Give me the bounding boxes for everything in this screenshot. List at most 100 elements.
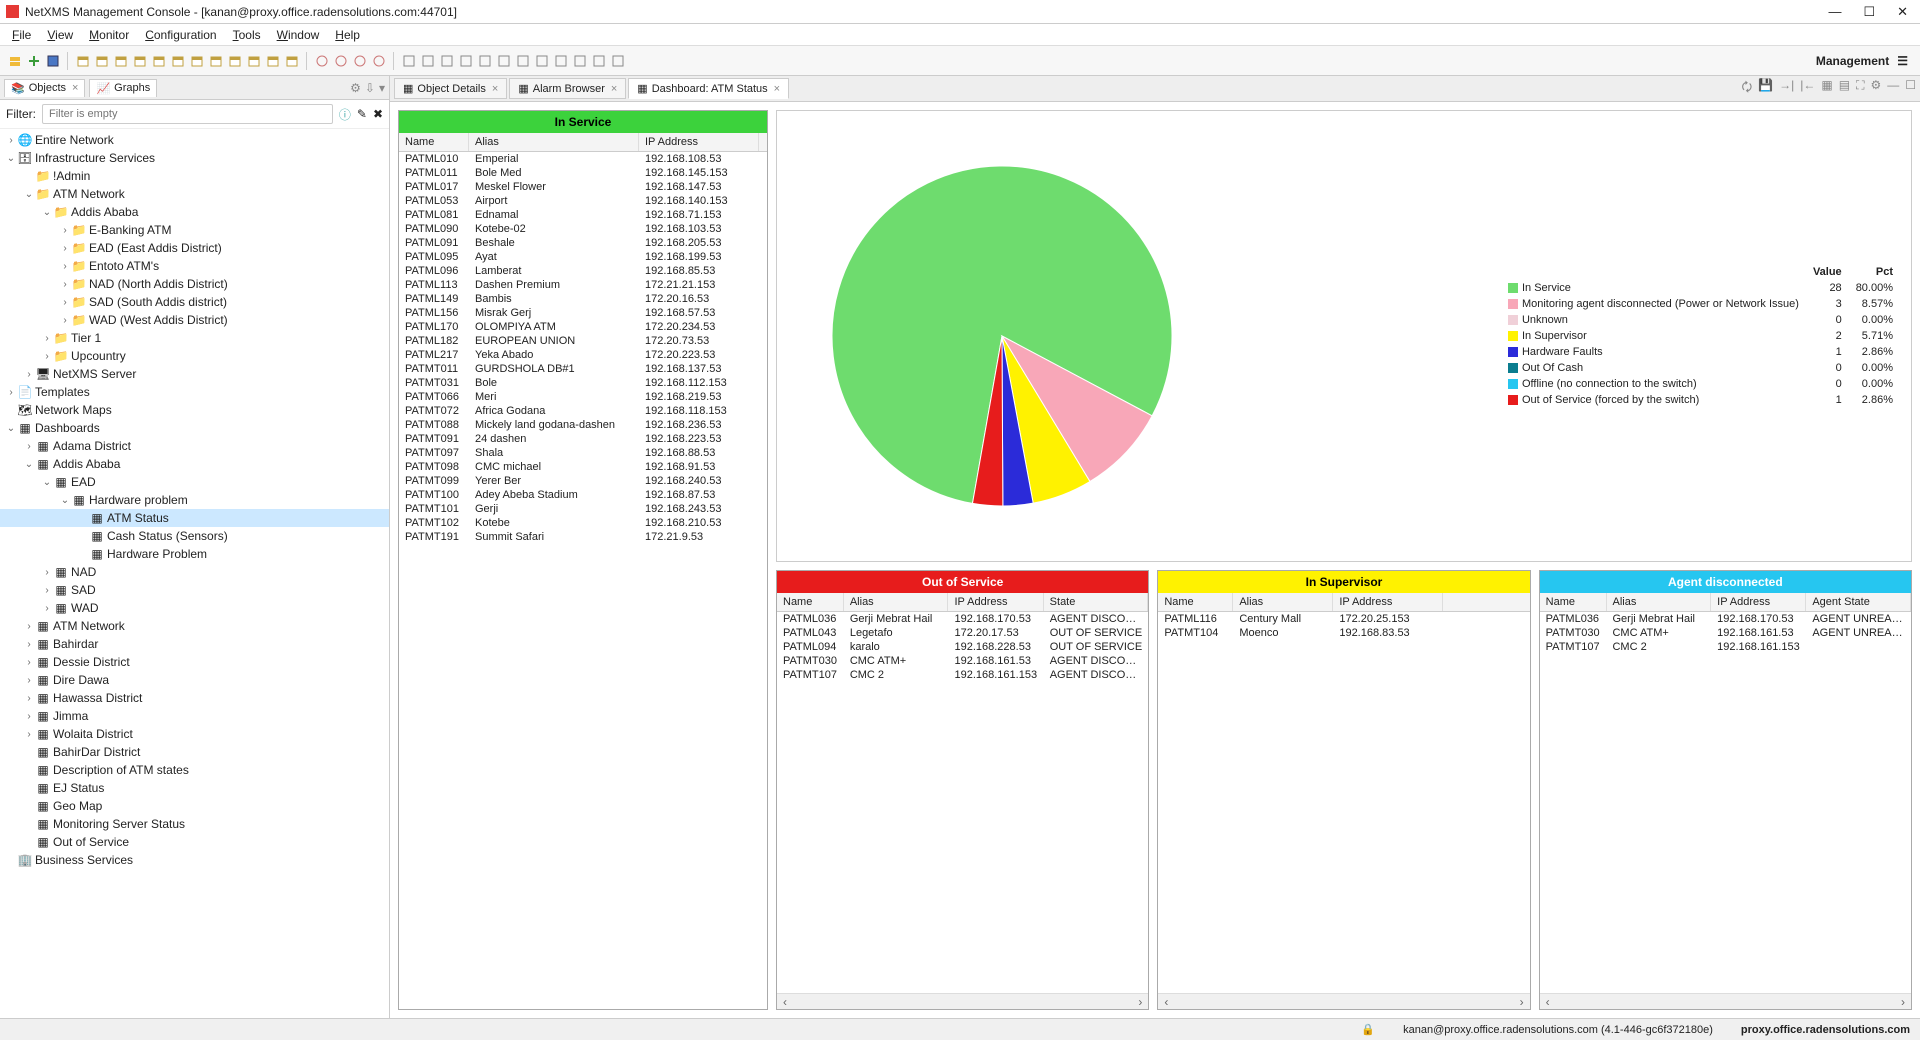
clear-icon[interactable]: ✖ [373, 107, 383, 121]
col-header[interactable]: IP Address [1711, 593, 1806, 611]
tree-node[interactable]: ▦Monitoring Server Status [0, 815, 389, 833]
tool-generic-3[interactable] [131, 52, 148, 69]
tool-net-3[interactable] [370, 52, 387, 69]
table-row[interactable]: PATMT100Adey Abeba Stadium192.168.87.53 [399, 488, 767, 502]
table-row[interactable]: PATMT102Kotebe192.168.210.53 [399, 516, 767, 530]
table-row[interactable]: PATML090Kotebe-02192.168.103.53 [399, 222, 767, 236]
tool-save[interactable] [44, 52, 61, 69]
tool-server[interactable] [6, 52, 23, 69]
table-in-service[interactable]: NameAliasIP AddressPATML010Emperial192.1… [399, 133, 767, 1009]
table-row[interactable]: PATMT031Bole192.168.112.153 [399, 376, 767, 390]
col-header[interactable]: Name [777, 593, 844, 611]
tool-misc-10[interactable] [590, 52, 607, 69]
tree-node[interactable]: ⌄▦Dashboards [0, 419, 389, 437]
tree-node[interactable]: ▦ATM Status [0, 509, 389, 527]
menu-help[interactable]: Help [329, 26, 366, 44]
link-object-icon[interactable]: ⚙ [350, 81, 361, 95]
table-row[interactable]: PATML094karalo192.168.228.53OUT OF SERVI… [777, 640, 1148, 654]
max-icon[interactable]: ☐ [1905, 78, 1916, 99]
ctab-dashboard-atm-status[interactable]: ▦Dashboard: ATM Status× [628, 78, 789, 99]
tree-node[interactable]: 🏢Business Services [0, 851, 389, 869]
tool-generic-4[interactable] [150, 52, 167, 69]
tree-node[interactable]: ›📁SAD (South Addis district) [0, 293, 389, 311]
expand-toggle[interactable]: › [58, 261, 72, 272]
expand-toggle[interactable]: › [22, 639, 36, 650]
table-row[interactable]: PATML091Beshale192.168.205.53 [399, 236, 767, 250]
tool-misc-8[interactable] [552, 52, 569, 69]
expand-toggle[interactable]: › [22, 621, 36, 632]
minimize-button[interactable]: — [1828, 4, 1841, 20]
table-row[interactable]: PATMT191Summit Safari172.21.9.53 [399, 530, 767, 544]
tool-misc-7[interactable] [533, 52, 550, 69]
tree-node[interactable]: ›▦ATM Network [0, 617, 389, 635]
col-header[interactable]: Alias [1607, 593, 1712, 611]
col-header[interactable]: Alias [469, 133, 639, 151]
save-icon[interactable]: 💾 [1758, 78, 1773, 99]
menu-tools[interactable]: Tools [227, 26, 267, 44]
tool-generic-10[interactable] [264, 52, 281, 69]
expand-toggle[interactable]: › [22, 675, 36, 686]
tool-net-0[interactable] [313, 52, 330, 69]
col-header[interactable]: Name [1540, 593, 1607, 611]
hide-icon[interactable]: ⇩ [365, 81, 375, 95]
tab-graphs[interactable]: 📈Graphs [89, 79, 157, 97]
expand-toggle[interactable]: › [4, 387, 18, 398]
table-out-of-service[interactable]: NameAliasIP AddressStatePATML036Gerji Me… [777, 593, 1148, 993]
expand-toggle[interactable]: › [22, 441, 36, 452]
table-row[interactable]: PATML156Misrak Gerj192.168.57.53 [399, 306, 767, 320]
expand-toggle[interactable]: › [58, 243, 72, 254]
gear-icon[interactable]: ⚙ [1870, 78, 1881, 99]
table-in-supervisor[interactable]: NameAliasIP AddressPATML116Century Mall1… [1158, 593, 1529, 993]
table-row[interactable]: PATMT107CMC 2192.168.161.153 [1540, 640, 1911, 654]
refresh-icon[interactable]: 🗘 [1741, 78, 1752, 99]
tree-node[interactable]: ⌄▦EAD [0, 473, 389, 491]
expand-toggle[interactable]: › [40, 585, 54, 596]
expand-toggle[interactable]: › [22, 729, 36, 740]
tool-generic-9[interactable] [245, 52, 262, 69]
min-icon[interactable]: — [1887, 78, 1899, 99]
expand-toggle[interactable]: › [22, 711, 36, 722]
menu-configuration[interactable]: Configuration [139, 26, 222, 44]
tree-node[interactable]: ▦Description of ATM states [0, 761, 389, 779]
tree-node[interactable]: ⌄🗄Infrastructure Services [0, 149, 389, 167]
tree-node[interactable]: ⌄▦Hardware problem [0, 491, 389, 509]
tool-generic-11[interactable] [283, 52, 300, 69]
tree-node[interactable]: ›▦NAD [0, 563, 389, 581]
tree-node[interactable]: ▦Out of Service [0, 833, 389, 851]
tool-generic-7[interactable] [207, 52, 224, 69]
tool-generic-2[interactable] [112, 52, 129, 69]
col-header[interactable]: State [1044, 593, 1149, 611]
close-button[interactable]: ✕ [1897, 4, 1908, 20]
tool-misc-2[interactable] [438, 52, 455, 69]
table-row[interactable]: PATML095Ayat192.168.199.53 [399, 250, 767, 264]
col-header[interactable]: Alias [1233, 593, 1333, 611]
tree-node[interactable]: ›📁WAD (West Addis District) [0, 311, 389, 329]
tree-node[interactable]: ›▦Dire Dawa [0, 671, 389, 689]
expand-toggle[interactable]: ⌄ [22, 189, 36, 200]
tree-node[interactable]: 📁!Admin [0, 167, 389, 185]
hscroll[interactable]: ‹› [1540, 993, 1911, 1009]
tree-node[interactable]: ▦BahirDar District [0, 743, 389, 761]
maximize-button[interactable]: ☐ [1863, 4, 1875, 20]
table-row[interactable]: PATML011Bole Med192.168.145.153 [399, 166, 767, 180]
table-row[interactable]: PATML116Century Mall172.20.25.153 [1158, 612, 1529, 626]
expand-icon[interactable]: ⛶ [1856, 78, 1864, 99]
close-icon[interactable]: × [72, 82, 78, 94]
tool-misc-3[interactable] [457, 52, 474, 69]
table-row[interactable]: PATML096Lamberat192.168.85.53 [399, 264, 767, 278]
table-row[interactable]: PATMT09124 dashen192.168.223.53 [399, 432, 767, 446]
table-row[interactable]: PATMT030CMC ATM+192.168.161.53AGENT DISC… [777, 654, 1148, 668]
table-row[interactable]: PATMT107CMC 2192.168.161.153AGENT DISCON… [777, 668, 1148, 682]
filter-input[interactable] [42, 104, 333, 124]
table-row[interactable]: PATML036Gerji Mebrat Hail192.168.170.53A… [777, 612, 1148, 626]
tool-misc-5[interactable] [495, 52, 512, 69]
tool-misc-0[interactable] [400, 52, 417, 69]
edit-icon[interactable]: ✎ [357, 107, 367, 121]
menu-file[interactable]: File [6, 26, 37, 44]
tree-node[interactable]: 🗺Network Maps [0, 401, 389, 419]
tree-node[interactable]: ⌄📁Addis Ababa [0, 203, 389, 221]
table-row[interactable]: PATMT030CMC ATM+192.168.161.53AGENT UNRE… [1540, 626, 1911, 640]
expand-toggle[interactable]: › [4, 135, 18, 146]
expand-toggle[interactable]: › [58, 315, 72, 326]
ctab-object-details[interactable]: ▦Object Details× [394, 78, 507, 99]
